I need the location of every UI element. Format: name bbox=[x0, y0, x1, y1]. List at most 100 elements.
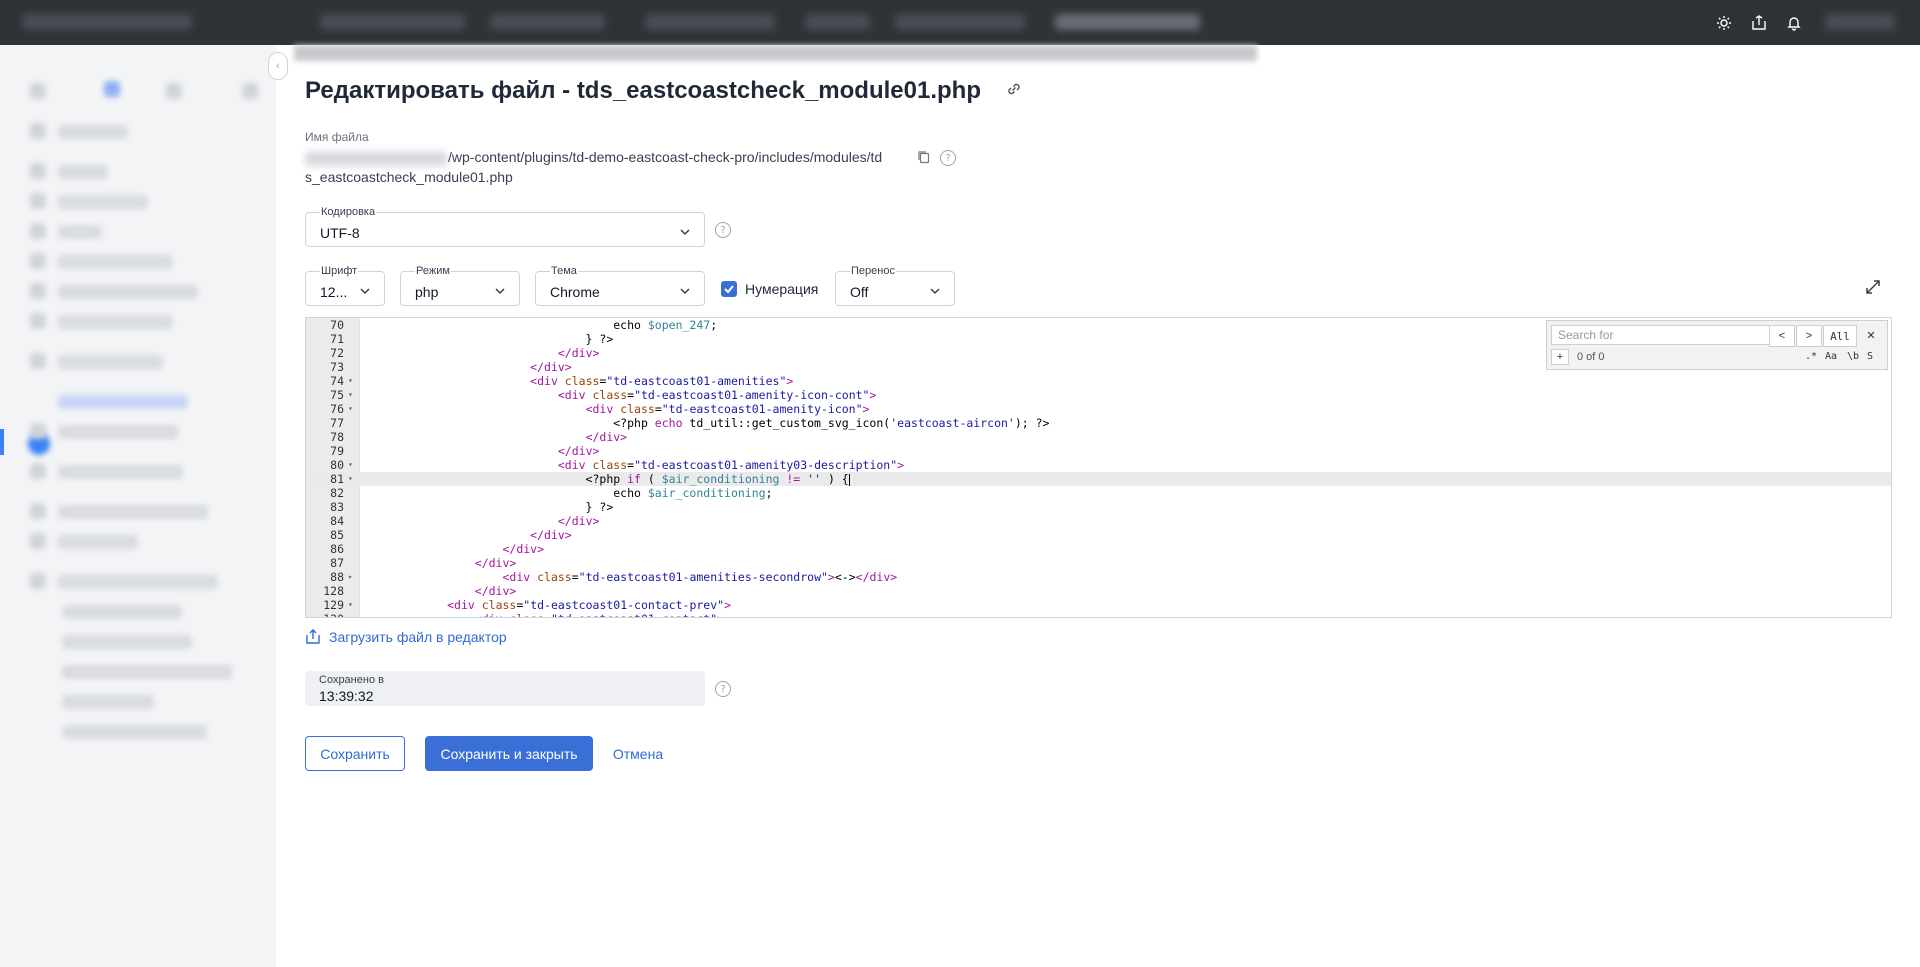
save-and-close-button[interactable]: Сохранить и закрыть bbox=[425, 736, 593, 771]
code-line[interactable]: 80 ▾ <div class="td-eastcoast01-amenity03… bbox=[306, 458, 1891, 472]
search-prev-button[interactable]: < bbox=[1769, 325, 1795, 347]
sidebar-item[interactable] bbox=[58, 575, 218, 589]
code-line[interactable]: 77 <?php echo td_util::get_custom_svg_ic… bbox=[306, 416, 1891, 430]
fold-toggle-icon[interactable]: ▾ bbox=[348, 388, 353, 402]
mode-select[interactable]: Режим php bbox=[400, 265, 520, 306]
save-button[interactable]: Сохранить bbox=[305, 736, 405, 771]
fold-toggle-icon[interactable]: ▾ bbox=[348, 458, 353, 472]
saved-at-label: Сохранено в bbox=[319, 674, 384, 686]
code-line[interactable]: 84 </div> bbox=[306, 514, 1891, 528]
sidebar-icon bbox=[30, 503, 46, 519]
chevron-down-icon bbox=[930, 288, 940, 295]
fold-toggle-icon[interactable]: ▸ bbox=[348, 570, 353, 584]
code-line[interactable]: 78 </div> bbox=[306, 430, 1891, 444]
sun-icon[interactable] bbox=[1713, 12, 1735, 34]
nav-menu-item[interactable] bbox=[895, 14, 1025, 30]
nav-menu-item[interactable] bbox=[805, 14, 870, 30]
search-close-button[interactable]: ✕ bbox=[1860, 325, 1882, 345]
upload-file-link[interactable]: Загрузить файл в редактор bbox=[305, 629, 507, 645]
user-menu[interactable] bbox=[1825, 14, 1895, 30]
numbering-checkbox[interactable] bbox=[721, 281, 737, 297]
sidebar-item[interactable] bbox=[58, 195, 148, 209]
link-icon[interactable] bbox=[1005, 80, 1023, 98]
sidebar-item[interactable] bbox=[58, 425, 178, 439]
sidebar-icon[interactable] bbox=[104, 81, 120, 97]
sidebar-item[interactable] bbox=[58, 285, 198, 299]
line-number: 77 bbox=[330, 416, 344, 430]
help-icon[interactable]: ? bbox=[940, 150, 956, 166]
code-line[interactable]: 86 </div> bbox=[306, 542, 1891, 556]
nav-menu-item[interactable] bbox=[645, 14, 775, 30]
sidebar-icon[interactable] bbox=[242, 83, 258, 99]
sidebar-subitem[interactable] bbox=[62, 665, 232, 679]
theme-select[interactable]: Тема Chrome bbox=[535, 265, 705, 306]
line-number: 70 bbox=[330, 318, 344, 332]
code-line[interactable]: 75 ▾ <div class="td-eastcoast01-amenity-i… bbox=[306, 388, 1891, 402]
sidebar-item[interactable] bbox=[58, 355, 163, 369]
code-line[interactable]: 129 ▾ <div class="td-eastcoast01-contact-… bbox=[306, 598, 1891, 612]
expand-icon[interactable] bbox=[1865, 279, 1881, 295]
code-line[interactable]: 79 </div> bbox=[306, 444, 1891, 458]
sidebar-subitem[interactable] bbox=[62, 695, 154, 709]
sidebar-item-active[interactable] bbox=[58, 395, 188, 409]
selection-option[interactable]: S bbox=[1867, 351, 1873, 362]
sidebar-item[interactable] bbox=[58, 125, 128, 139]
search-input[interactable]: Search for bbox=[1551, 325, 1777, 345]
code-text: <div class="td-eastcoast01-amenities"> bbox=[530, 374, 794, 388]
sidebar-subitem[interactable] bbox=[62, 725, 207, 739]
wrap-select[interactable]: Перенос Off bbox=[835, 265, 955, 306]
upload-icon[interactable] bbox=[1748, 12, 1770, 34]
code-line[interactable]: 74 ▾ <div class="td-eastcoast01-amenities… bbox=[306, 374, 1891, 388]
code-line[interactable]: 88 ▸ <div class="td-eastcoast01-amenities… bbox=[306, 570, 1891, 584]
wrap-value: Off bbox=[850, 284, 869, 300]
sidebar-item[interactable] bbox=[58, 465, 183, 479]
copy-icon[interactable] bbox=[916, 149, 932, 165]
sidebar-item[interactable] bbox=[58, 505, 208, 519]
sidebar-subitem[interactable] bbox=[62, 635, 192, 649]
nav-menu-item[interactable] bbox=[320, 14, 465, 30]
sidebar-subitem[interactable] bbox=[62, 605, 182, 619]
encoding-select[interactable]: Кодировка UTF-8 bbox=[305, 206, 705, 247]
sidebar-icon[interactable] bbox=[166, 83, 182, 99]
sidebar-item[interactable] bbox=[58, 535, 138, 549]
sidebar-collapse-button[interactable]: ‹ bbox=[268, 52, 288, 80]
code-line[interactable]: 83 } ?> bbox=[306, 500, 1891, 514]
sidebar-item[interactable] bbox=[58, 225, 102, 239]
nav-menu-item[interactable] bbox=[1055, 14, 1200, 30]
fold-toggle-icon[interactable]: ▾ bbox=[348, 402, 353, 416]
toggle-replace-button[interactable]: + bbox=[1551, 349, 1569, 365]
help-icon[interactable]: ? bbox=[715, 222, 731, 238]
help-icon[interactable]: ? bbox=[715, 681, 731, 697]
logo[interactable] bbox=[22, 14, 192, 30]
code-line[interactable]: 130 <div class="td-eastcoast01-contact"> bbox=[306, 612, 1891, 617]
theme-label: Тема bbox=[550, 265, 578, 277]
code-line[interactable]: 81 ▾ <?php if ( $air_conditioning != '' )… bbox=[306, 472, 1891, 486]
word-option[interactable]: \b bbox=[1847, 351, 1859, 362]
code-line[interactable]: 128 </div> bbox=[306, 584, 1891, 598]
header-shadow bbox=[294, 45, 1257, 61]
line-number: 83 bbox=[330, 500, 344, 514]
regex-option[interactable]: .* bbox=[1805, 351, 1817, 362]
code-line[interactable]: 85 </div> bbox=[306, 528, 1891, 542]
sidebar-item[interactable] bbox=[58, 165, 108, 179]
code-line[interactable]: 76 ▾ <div class="td-eastcoast01-amenity-i… bbox=[306, 402, 1891, 416]
bell-icon[interactable] bbox=[1783, 12, 1805, 34]
code-editor[interactable]: 70 echo $open_247; 71 } ?> 72 </div> 73 </d… bbox=[305, 317, 1892, 618]
fold-toggle-icon[interactable]: ▾ bbox=[348, 374, 353, 388]
search-next-button[interactable]: > bbox=[1796, 325, 1822, 347]
cancel-button[interactable]: Отмена bbox=[611, 736, 665, 771]
search-all-button[interactable]: All bbox=[1823, 325, 1857, 347]
case-option[interactable]: Aa bbox=[1825, 351, 1837, 362]
sidebar-item[interactable] bbox=[58, 315, 173, 329]
font-size-select[interactable]: Шрифт 12... bbox=[305, 265, 385, 306]
code-line[interactable]: 87 </div> bbox=[306, 556, 1891, 570]
code-text: <div class="td-eastcoast01-amenities-sec… bbox=[502, 570, 898, 584]
fold-toggle-icon[interactable]: ▾ bbox=[348, 598, 353, 612]
sidebar-item[interactable] bbox=[58, 255, 173, 269]
fold-toggle-icon[interactable]: ▾ bbox=[348, 472, 353, 486]
sidebar-icon[interactable] bbox=[30, 83, 46, 99]
filename-label: Имя файла bbox=[305, 130, 369, 144]
nav-menu-item[interactable] bbox=[490, 14, 605, 30]
code-line[interactable]: 82 echo $air_conditioning; bbox=[306, 486, 1891, 500]
numbering-label[interactable]: Нумерация bbox=[745, 281, 818, 297]
